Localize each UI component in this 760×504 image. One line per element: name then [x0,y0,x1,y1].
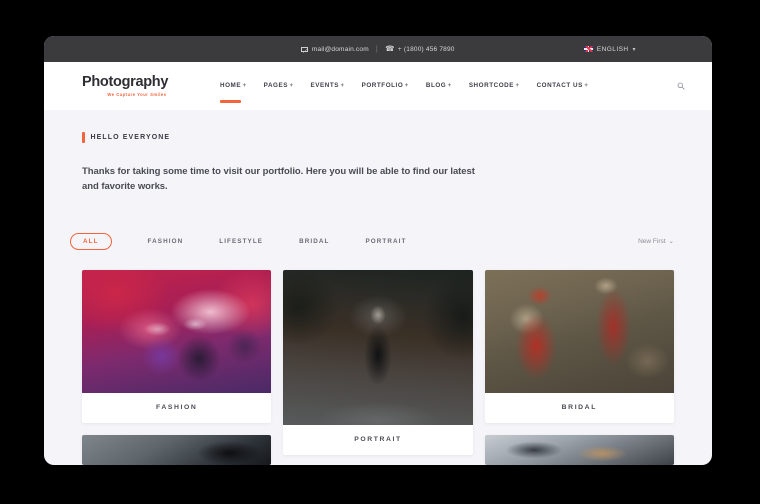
gallery-caption: FASHION [155,403,198,411]
browser-window: mail@domain.com | ☎ + (1800) 456 7890 EN… [44,36,712,465]
section-eyebrow: HELLO EVERYONE [82,132,674,143]
topbar-separator: | [375,45,378,53]
phone-contact[interactable]: ☎ + (1800) 456 7890 [384,44,455,54]
logo-title: Photography [82,74,169,90]
nav-label: EVENTS [310,81,340,89]
gallery-card-row2-3[interactable] [484,434,674,465]
nav-label: PAGES [263,81,288,89]
portfolio-gallery: FASHION PORTRAIT BRIDAL [82,269,674,465]
filter-lifestyle[interactable]: LIFESTYLE [219,238,263,245]
filter-all[interactable]: ALL [70,232,112,250]
gallery-photo-portrait [283,269,473,425]
nav-label: CONTACT US [536,81,583,89]
email-text: mail@domain.com [311,45,369,53]
search-icon [677,82,685,90]
nav-plus-icon: + [242,82,247,89]
gallery-column-3: BRIDAL [484,269,674,465]
chevron-down-icon: ⌄ [668,238,674,246]
active-nav-underline [220,99,241,103]
nav-plus-icon: + [289,82,294,89]
intro-paragraph: Thanks for taking some time to visit our… [82,166,475,193]
nav-item-home[interactable]: HOME + [220,81,247,103]
nav-plus-icon: + [447,82,452,89]
site-logo[interactable]: Photography We Capture Your Smiles [82,75,192,97]
uk-flag-icon [583,46,593,52]
nav-label: HOME [220,81,242,89]
language-selector[interactable]: ENGLISH ▾ [583,45,636,53]
nav-label: PORTFOLIO [361,81,404,89]
language-label: ENGLISH [596,45,629,53]
filter-portrait[interactable]: PORTRAIT [365,238,406,245]
nav-label: BLOG [425,81,447,89]
search-button[interactable] [674,79,688,93]
gallery-card-bridal[interactable]: BRIDAL [484,269,674,423]
logo-tagline: We Capture Your Smiles [107,92,167,97]
gallery-column-2: PORTRAIT [283,269,473,465]
utility-topbar: mail@domain.com | ☎ + (1800) 456 7890 EN… [44,36,712,62]
filter-fashion[interactable]: FASHION [148,238,184,245]
phone-icon: ☎ [384,44,395,54]
nav-item-blog[interactable]: BLOG + [426,82,452,91]
gallery-card-fashion[interactable]: FASHION [82,269,272,423]
gallery-photo-fashion [82,269,272,393]
gallery-card-portrait[interactable]: PORTRAIT [283,269,473,455]
chevron-down-icon: ▾ [632,46,636,53]
gallery-photo-bridal [484,269,674,393]
accent-bar [82,132,85,143]
nav-item-events[interactable]: EVENTS + [311,82,345,91]
nav-item-pages[interactable]: PAGES + [264,82,294,91]
site-header: Photography We Capture Your Smiles HOME +… [44,62,712,110]
sort-label: New First [638,237,666,245]
gallery-caption: PORTRAIT [354,435,402,443]
gallery-caption: BRIDAL [561,403,597,411]
gallery-photo-row2-1 [82,434,272,465]
nav-item-contact-us[interactable]: CONTACT US + [537,82,589,91]
gallery-column-1: FASHION [82,269,272,465]
eyebrow-text: HELLO EVERYONE [90,134,171,141]
nav-plus-icon: + [340,82,345,89]
nav-plus-icon: + [404,82,409,89]
screenshot-stage: mail@domain.com | ☎ + (1800) 456 7890 EN… [0,0,760,504]
portfolio-filter-bar: ALL FASHION LIFESTYLE BRIDAL PORTRAIT Ne… [70,232,674,250]
nav-label: SHORTCODE [468,81,514,89]
nav-item-portfolio[interactable]: PORTFOLIO + [362,82,409,91]
main-navigation: HOME + PAGES + EVENTS + PORTFOLIO + BLOG + SH… [220,81,589,103]
filter-bridal[interactable]: BRIDAL [299,238,329,245]
nav-plus-icon: + [515,82,520,89]
phone-text: + (1800) 456 7890 [397,45,455,53]
nav-plus-icon: + [584,82,589,89]
email-contact[interactable]: mail@domain.com [301,45,369,53]
sort-dropdown[interactable]: New First ⌄ [638,237,674,246]
nav-item-shortcode[interactable]: SHORTCODE + [469,82,520,91]
mail-icon [301,46,310,53]
gallery-card-row2-1[interactable] [82,434,272,465]
gallery-photo-row2-3 [484,434,674,465]
page-content: HELLO EVERYONE Thanks for taking some ti… [44,110,712,465]
